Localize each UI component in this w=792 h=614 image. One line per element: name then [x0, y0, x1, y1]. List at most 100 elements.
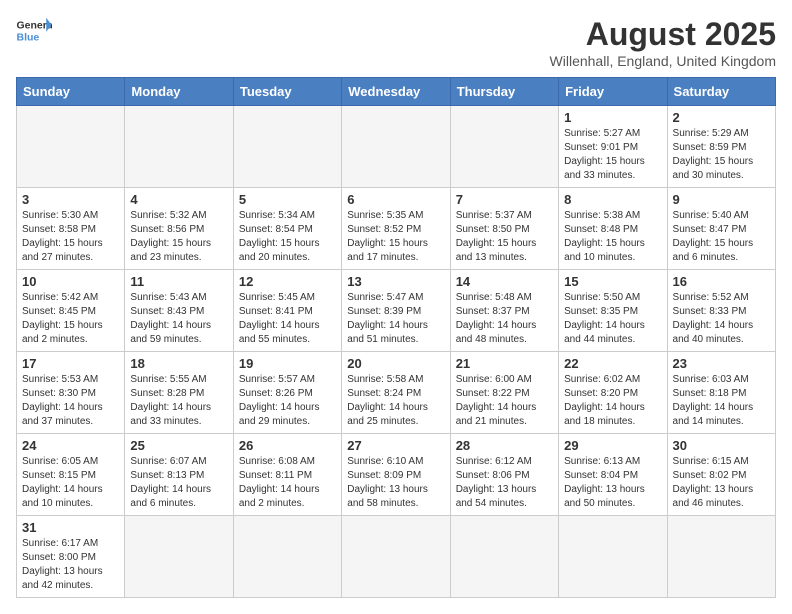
- day-info: Sunrise: 6:12 AMSunset: 8:06 PMDaylight:…: [456, 455, 553, 511]
- day-info: Sunrise: 5:30 AMSunset: 8:58 PMDaylight:…: [22, 209, 119, 265]
- day-info: Sunrise: 5:32 AMSunset: 8:56 PMDaylight:…: [130, 209, 227, 265]
- day-number: 23: [673, 356, 770, 371]
- month-title: August 2025: [550, 16, 776, 53]
- day-number: 25: [130, 438, 227, 453]
- day-info: Sunrise: 6:08 AMSunset: 8:11 PMDaylight:…: [239, 455, 336, 511]
- calendar-cell: [342, 106, 450, 188]
- calendar-cell: 25 Sunrise: 6:07 AMSunset: 8:13 PMDayligh…: [125, 434, 233, 516]
- day-number: 28: [456, 438, 553, 453]
- calendar-cell: 24 Sunrise: 6:05 AMSunset: 8:15 PMDayligh…: [17, 434, 125, 516]
- day-info: Sunrise: 6:00 AMSunset: 8:22 PMDaylight:…: [456, 373, 553, 429]
- calendar-week-2: 3 Sunrise: 5:30 AMSunset: 8:58 PMDaylight…: [17, 188, 776, 270]
- day-number: 11: [130, 274, 227, 289]
- calendar-cell: 12 Sunrise: 5:45 AMSunset: 8:41 PMDayligh…: [233, 270, 341, 352]
- calendar-cell: 29Sunrise: 6:13 AMSunset: 8:04 PMDayligh…: [559, 434, 667, 516]
- header: General Blue August 2025 Willenhall, Eng…: [16, 16, 776, 69]
- day-info: Sunrise: 6:15 AMSunset: 8:02 PMDaylight:…: [673, 455, 770, 511]
- calendar-cell: 1 Sunrise: 5:27 AMSunset: 9:01 PMDaylight…: [559, 106, 667, 188]
- weekday-header-friday: Friday: [559, 78, 667, 106]
- day-info: Sunrise: 6:10 AMSunset: 8:09 PMDaylight:…: [347, 455, 444, 511]
- calendar-cell: 18Sunrise: 5:55 AMSunset: 8:28 PMDayligh…: [125, 352, 233, 434]
- calendar-cell: [667, 516, 775, 598]
- calendar-cell: 2Sunrise: 5:29 AMSunset: 8:59 PMDaylight…: [667, 106, 775, 188]
- calendar-cell: 26 Sunrise: 6:08 AMSunset: 8:11 PMDayligh…: [233, 434, 341, 516]
- day-info: Sunrise: 5:34 AMSunset: 8:54 PMDaylight:…: [239, 209, 336, 265]
- day-info: Sunrise: 5:40 AMSunset: 8:47 PMDaylight:…: [673, 209, 770, 265]
- calendar-cell: [17, 106, 125, 188]
- calendar-cell: 11 Sunrise: 5:43 AMSunset: 8:43 PMDayligh…: [125, 270, 233, 352]
- calendar-cell: [342, 516, 450, 598]
- day-info: Sunrise: 5:27 AMSunset: 9:01 PMDaylight:…: [564, 127, 661, 183]
- day-number: 18: [130, 356, 227, 371]
- calendar-cell: [125, 516, 233, 598]
- day-number: 3: [22, 192, 119, 207]
- calendar-cell: 15 Sunrise: 5:50 AMSunset: 8:35 PMDayligh…: [559, 270, 667, 352]
- day-info: Sunrise: 5:43 AMSunset: 8:43 PMDaylight:…: [130, 291, 227, 347]
- calendar-week-4: 17 Sunrise: 5:53 AMSunset: 8:30 PMDayligh…: [17, 352, 776, 434]
- weekday-header-tuesday: Tuesday: [233, 78, 341, 106]
- calendar-table: SundayMondayTuesdayWednesdayThursdayFrid…: [16, 77, 776, 598]
- day-info: Sunrise: 6:05 AMSunset: 8:15 PMDaylight:…: [22, 455, 119, 511]
- svg-text:Blue: Blue: [17, 32, 40, 44]
- day-number: 14: [456, 274, 553, 289]
- day-info: Sunrise: 5:48 AMSunset: 8:37 PMDaylight:…: [456, 291, 553, 347]
- day-number: 24: [22, 438, 119, 453]
- weekday-header-thursday: Thursday: [450, 78, 558, 106]
- day-number: 1: [564, 110, 661, 125]
- day-info: Sunrise: 6:03 AMSunset: 8:18 PMDaylight:…: [673, 373, 770, 429]
- calendar-cell: 10 Sunrise: 5:42 AMSunset: 8:45 PMDayligh…: [17, 270, 125, 352]
- calendar-cell: 16 Sunrise: 5:52 AMSunset: 8:33 PMDayligh…: [667, 270, 775, 352]
- day-info: Sunrise: 5:50 AMSunset: 8:35 PMDaylight:…: [564, 291, 661, 347]
- day-number: 15: [564, 274, 661, 289]
- calendar-cell: 13Sunrise: 5:47 AMSunset: 8:39 PMDayligh…: [342, 270, 450, 352]
- calendar-week-1: 1 Sunrise: 5:27 AMSunset: 9:01 PMDaylight…: [17, 106, 776, 188]
- day-number: 26: [239, 438, 336, 453]
- generalblue-logo-icon: General Blue: [16, 16, 52, 44]
- calendar-cell: [125, 106, 233, 188]
- calendar-cell: [450, 106, 558, 188]
- calendar-week-6: 31Sunrise: 6:17 AMSunset: 8:00 PMDayligh…: [17, 516, 776, 598]
- calendar-cell: 7Sunrise: 5:37 AMSunset: 8:50 PMDaylight…: [450, 188, 558, 270]
- day-info: Sunrise: 5:37 AMSunset: 8:50 PMDaylight:…: [456, 209, 553, 265]
- day-info: Sunrise: 5:58 AMSunset: 8:24 PMDaylight:…: [347, 373, 444, 429]
- day-info: Sunrise: 5:42 AMSunset: 8:45 PMDaylight:…: [22, 291, 119, 347]
- day-number: 9: [673, 192, 770, 207]
- day-number: 17: [22, 356, 119, 371]
- day-number: 10: [22, 274, 119, 289]
- calendar-cell: 31Sunrise: 6:17 AMSunset: 8:00 PMDayligh…: [17, 516, 125, 598]
- calendar-cell: [559, 516, 667, 598]
- calendar-cell: 4Sunrise: 5:32 AMSunset: 8:56 PMDaylight…: [125, 188, 233, 270]
- day-info: Sunrise: 5:52 AMSunset: 8:33 PMDaylight:…: [673, 291, 770, 347]
- calendar-week-5: 24 Sunrise: 6:05 AMSunset: 8:15 PMDayligh…: [17, 434, 776, 516]
- weekday-header-sunday: Sunday: [17, 78, 125, 106]
- calendar-week-3: 10 Sunrise: 5:42 AMSunset: 8:45 PMDayligh…: [17, 270, 776, 352]
- calendar-cell: 17 Sunrise: 5:53 AMSunset: 8:30 PMDayligh…: [17, 352, 125, 434]
- day-number: 27: [347, 438, 444, 453]
- calendar-cell: 8Sunrise: 5:38 AMSunset: 8:48 PMDaylight…: [559, 188, 667, 270]
- day-number: 2: [673, 110, 770, 125]
- calendar-cell: [233, 106, 341, 188]
- calendar-cell: 9 Sunrise: 5:40 AMSunset: 8:47 PMDaylight…: [667, 188, 775, 270]
- day-info: Sunrise: 6:07 AMSunset: 8:13 PMDaylight:…: [130, 455, 227, 511]
- day-info: Sunrise: 5:45 AMSunset: 8:41 PMDaylight:…: [239, 291, 336, 347]
- day-number: 16: [673, 274, 770, 289]
- calendar-cell: [233, 516, 341, 598]
- day-number: 8: [564, 192, 661, 207]
- day-info: Sunrise: 5:35 AMSunset: 8:52 PMDaylight:…: [347, 209, 444, 265]
- day-number: 12: [239, 274, 336, 289]
- day-info: Sunrise: 5:47 AMSunset: 8:39 PMDaylight:…: [347, 291, 444, 347]
- calendar-cell: 27 Sunrise: 6:10 AMSunset: 8:09 PMDayligh…: [342, 434, 450, 516]
- calendar-cell: 20Sunrise: 5:58 AMSunset: 8:24 PMDayligh…: [342, 352, 450, 434]
- calendar-cell: 30 Sunrise: 6:15 AMSunset: 8:02 PMDayligh…: [667, 434, 775, 516]
- day-info: Sunrise: 5:53 AMSunset: 8:30 PMDaylight:…: [22, 373, 119, 429]
- day-number: 21: [456, 356, 553, 371]
- day-number: 29: [564, 438, 661, 453]
- day-info: Sunrise: 6:02 AMSunset: 8:20 PMDaylight:…: [564, 373, 661, 429]
- logo: General Blue: [16, 16, 52, 44]
- day-number: 30: [673, 438, 770, 453]
- calendar-cell: 3 Sunrise: 5:30 AMSunset: 8:58 PMDaylight…: [17, 188, 125, 270]
- calendar-cell: [450, 516, 558, 598]
- day-number: 31: [22, 520, 119, 535]
- day-number: 22: [564, 356, 661, 371]
- weekday-header-saturday: Saturday: [667, 78, 775, 106]
